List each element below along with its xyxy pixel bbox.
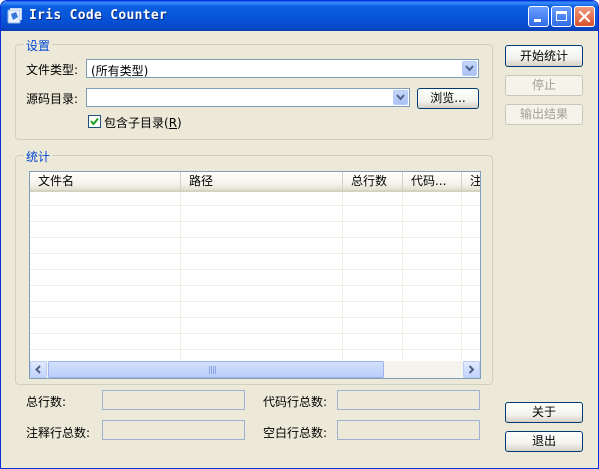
file-type-value: (所有类型) bbox=[91, 64, 149, 78]
stop-button[interactable]: 停止 bbox=[505, 75, 583, 96]
grip-icon bbox=[209, 366, 217, 374]
app-icon bbox=[7, 8, 22, 24]
file-type-label: 文件类型: bbox=[26, 63, 79, 77]
include-subdirs-label: 包含子目录(R) bbox=[104, 114, 182, 131]
file-type-dropdown-button[interactable] bbox=[462, 61, 477, 76]
source-dir-label: 源码目录: bbox=[26, 92, 79, 106]
results-list[interactable]: 文件名 路径 总行数 代码... 注 bbox=[29, 171, 481, 379]
include-subdirs-suffix: ) bbox=[177, 116, 182, 130]
export-results-button[interactable]: 输出结果 bbox=[505, 104, 583, 125]
about-button[interactable]: 关于 bbox=[505, 402, 583, 423]
row-gridline bbox=[30, 349, 480, 350]
row-gridline bbox=[30, 237, 480, 238]
total-lines-label: 总行数: bbox=[26, 395, 67, 409]
column-gridline bbox=[180, 192, 181, 360]
source-dir-dropdown-button[interactable] bbox=[393, 90, 408, 105]
row-gridline bbox=[30, 285, 480, 286]
chevron-left-icon bbox=[35, 365, 41, 374]
row-gridline bbox=[30, 301, 480, 302]
column-header-path[interactable]: 路径 bbox=[181, 172, 343, 190]
include-subdirs-text: 包含子目录( bbox=[104, 116, 169, 130]
code-lines-field bbox=[337, 390, 480, 410]
minimize-icon bbox=[534, 19, 541, 22]
column-header-total-lines[interactable]: 总行数 bbox=[343, 172, 403, 190]
column-gridline bbox=[402, 192, 403, 360]
scroll-right-button[interactable] bbox=[463, 361, 480, 378]
browse-button[interactable]: 浏览... bbox=[417, 88, 479, 109]
scroll-left-button[interactable] bbox=[30, 361, 47, 378]
column-header-comment-lines[interactable]: 注 bbox=[462, 172, 480, 190]
results-header: 文件名 路径 总行数 代码... 注 bbox=[30, 172, 480, 192]
maximize-icon bbox=[556, 11, 567, 21]
row-gridline bbox=[30, 205, 480, 206]
horizontal-scrollbar[interactable] bbox=[30, 361, 480, 378]
column-header-code-lines[interactable]: 代码... bbox=[403, 172, 462, 190]
column-gridline bbox=[461, 192, 462, 360]
results-rows bbox=[30, 192, 480, 360]
row-gridline bbox=[30, 333, 480, 334]
minimize-button[interactable] bbox=[528, 6, 549, 27]
total-lines-field bbox=[102, 390, 245, 410]
row-gridline bbox=[30, 317, 480, 318]
comment-lines-field bbox=[102, 420, 245, 440]
comment-lines-label: 注释行总数: bbox=[26, 426, 91, 440]
title-bar[interactable]: Iris Code Counter bbox=[1, 1, 598, 31]
column-gridline bbox=[342, 192, 343, 360]
code-lines-label: 代码行总数: bbox=[263, 395, 328, 409]
app-window: Iris Code Counter 设置 文件类型: (所有类型) 源码目录: bbox=[0, 0, 599, 469]
file-type-select[interactable]: (所有类型) bbox=[86, 59, 479, 78]
stats-legend: 统计 bbox=[24, 148, 53, 165]
row-gridline bbox=[30, 253, 480, 254]
maximize-button[interactable] bbox=[551, 6, 572, 27]
row-gridline bbox=[30, 269, 480, 270]
include-subdirs-checkbox[interactable] bbox=[88, 115, 101, 128]
blank-lines-label: 空白行总数: bbox=[263, 426, 328, 440]
window-title: Iris Code Counter bbox=[29, 8, 168, 23]
blank-lines-field bbox=[337, 420, 480, 440]
row-gridline bbox=[30, 221, 480, 222]
checkmark-icon bbox=[90, 117, 99, 126]
close-icon bbox=[578, 10, 591, 23]
include-subdirs-hotkey: R bbox=[168, 116, 178, 130]
settings-legend: 设置 bbox=[24, 37, 53, 54]
chevron-right-icon bbox=[468, 365, 475, 374]
chevron-down-icon bbox=[396, 94, 405, 101]
chevron-down-icon bbox=[465, 65, 474, 72]
client-area: 设置 文件类型: (所有类型) 源码目录: 浏览... 包含子目录(R) 统计 bbox=[4, 31, 595, 465]
exit-button[interactable]: 退出 bbox=[505, 431, 583, 452]
scrollbar-thumb[interactable] bbox=[48, 361, 384, 378]
column-header-filename[interactable]: 文件名 bbox=[30, 172, 181, 190]
close-window-button[interactable] bbox=[574, 6, 595, 27]
source-dir-combo[interactable] bbox=[86, 88, 410, 107]
start-count-button[interactable]: 开始统计 bbox=[505, 45, 583, 67]
